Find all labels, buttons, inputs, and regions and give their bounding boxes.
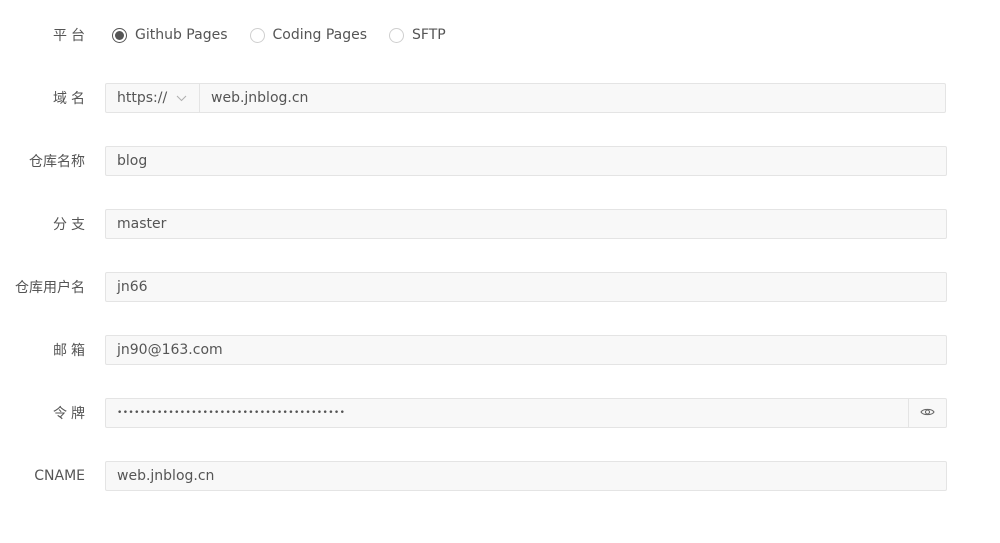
token-input[interactable]: •••••••••••••••••••••••••••••••••••••••• <box>106 408 345 418</box>
email-label: 邮箱 <box>53 343 89 359</box>
domain-row: 域名 https:// web.jnblog.cn <box>0 82 1000 114</box>
email-input[interactable]: jn90@163.com <box>106 342 223 358</box>
email-row: 邮箱 jn90@163.com <box>0 334 1000 366</box>
radio-sftp-label[interactable]: SFTP <box>412 27 446 43</box>
protocol-select[interactable]: https:// <box>106 84 200 112</box>
domain-input[interactable]: web.jnblog.cn <box>200 90 308 106</box>
radio-github-pages[interactable]: Github Pages <box>112 27 228 43</box>
repo-user-input[interactable]: jn66 <box>106 279 148 295</box>
radio-unchecked-icon[interactable] <box>249 27 265 43</box>
branch-field[interactable]: master <box>105 209 947 239</box>
token-label: 令牌 <box>53 406 89 422</box>
token-row: 令牌 •••••••••••••••••••••••••••••••••••••… <box>0 397 1000 429</box>
protocol-select-value[interactable]: https:// <box>117 90 167 106</box>
cname-label: CNAME <box>34 468 85 484</box>
repo-user-field[interactable]: jn66 <box>105 272 947 302</box>
radio-checked-icon[interactable] <box>112 27 127 43</box>
token-field[interactable]: •••••••••••••••••••••••••••••••••••••••• <box>105 398 947 428</box>
domain-label: 域名 <box>53 91 89 107</box>
radio-coding-pages-label[interactable]: Coding Pages <box>273 27 368 43</box>
cname-input[interactable]: web.jnblog.cn <box>106 468 214 484</box>
repo-name-field[interactable]: blog <box>105 146 947 176</box>
toggle-visibility-button[interactable] <box>908 399 946 427</box>
cname-field[interactable]: web.jnblog.cn <box>105 461 947 491</box>
cname-row: CNAME web.jnblog.cn <box>0 460 1000 492</box>
repo-name-row: 仓库名称 blog <box>0 145 1000 177</box>
repo-name-input[interactable]: blog <box>106 153 147 169</box>
eye-icon[interactable] <box>920 405 935 421</box>
repo-user-label: 仓库用户名 <box>15 280 85 296</box>
radio-coding-pages[interactable]: Coding Pages <box>249 27 368 43</box>
email-field[interactable]: jn90@163.com <box>105 335 947 365</box>
platform-radio-group: Github Pages Coding Pages SFTP <box>112 20 468 50</box>
chevron-down-icon[interactable] <box>176 92 187 105</box>
branch-input[interactable]: master <box>106 216 166 232</box>
branch-label: 分支 <box>53 217 89 233</box>
platform-label: 平台 <box>53 28 89 44</box>
platform-row: 平台 Github Pages Coding Pages SFTP <box>0 19 1000 51</box>
repo-user-row: 仓库用户名 jn66 <box>0 271 1000 303</box>
radio-unchecked-icon[interactable] <box>389 27 405 43</box>
repo-name-label: 仓库名称 <box>29 154 85 170</box>
domain-field: https:// web.jnblog.cn <box>105 83 946 113</box>
branch-row: 分支 master <box>0 208 1000 240</box>
radio-github-pages-label[interactable]: Github Pages <box>135 27 228 43</box>
radio-sftp[interactable]: SFTP <box>389 27 446 43</box>
